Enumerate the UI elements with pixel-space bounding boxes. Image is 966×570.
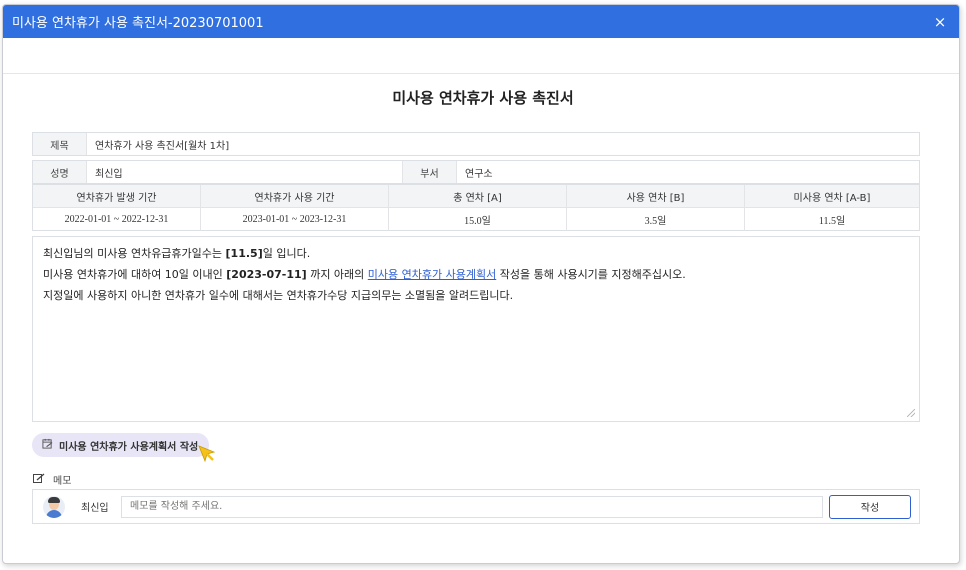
leave-stats-table: 연차휴가 발생 기간 연차휴가 사용 기간 총 연차 [A] 사용 연차 [B]… <box>32 184 920 231</box>
stats-value-row: 2022-01-01 ~ 2022-12-31 2023-01-01 ~ 202… <box>33 208 919 231</box>
memo-input[interactable] <box>121 495 823 518</box>
message-line-2: 미사용 연차휴가에 대하여 10일 이내인 [2023-07-11] 까지 아래… <box>43 268 686 281</box>
memo-submit-button[interactable]: 작성 <box>829 494 911 519</box>
deadline-date: [2023-07-11] <box>226 268 307 281</box>
plan-document-link[interactable]: 미사용 연차휴가 사용계획서 <box>368 268 496 281</box>
close-icon[interactable]: × <box>931 13 949 31</box>
write-plan-button[interactable]: 미사용 연차휴가 사용계획서 작성 <box>32 433 209 457</box>
value-used-leave: 3.5일 <box>567 208 745 231</box>
memo-section-label: 메모 <box>33 472 71 487</box>
pointer-cursor-icon <box>197 444 217 464</box>
dept-label: 부서 <box>403 161 457 183</box>
subject-label: 제목 <box>33 133 87 155</box>
name-value: 최신입 <box>87 161 403 183</box>
subject-row: 제목 연차휴가 사용 촉진서[월차 1차] <box>32 132 920 156</box>
resize-handle-icon[interactable] <box>907 409 915 417</box>
unused-days-value: [11.5] <box>225 247 263 260</box>
value-accrual-period: 2022-01-01 ~ 2022-12-31 <box>33 208 201 231</box>
toolbar <box>3 38 959 74</box>
user-avatar <box>43 495 65 518</box>
calendar-edit-icon <box>42 438 53 452</box>
title-bar: 미사용 연차휴가 사용 촉진서-20230701001 × <box>3 5 959 38</box>
header-accrual-period: 연차휴가 발생 기간 <box>33 185 201 207</box>
name-label: 성명 <box>33 161 87 183</box>
stats-header-row: 연차휴가 발생 기간 연차휴가 사용 기간 총 연차 [A] 사용 연차 [B]… <box>33 185 919 208</box>
write-plan-button-label: 미사용 연차휴가 사용계획서 작성 <box>59 441 199 453</box>
value-unused-leave: 11.5일 <box>818 216 846 227</box>
value-total-leave: 15.0일 <box>389 208 567 231</box>
message-textarea[interactable]: 최신입님의 미사용 연차유급휴가일수는 [11.5]일 입니다. 미사용 연차휴… <box>32 236 920 422</box>
value-usage-period: 2023-01-01 ~ 2023-12-31 <box>201 208 389 231</box>
window-title: 미사용 연차휴가 사용 촉진서-20230701001 <box>12 16 264 31</box>
memo-input-row: 최신입 작성 <box>32 489 920 524</box>
message-line-1: 최신입님의 미사용 연차유급휴가일수는 [11.5]일 입니다. <box>43 247 311 260</box>
document-title: 미사용 연차휴가 사용 촉진서 <box>392 89 574 107</box>
header-usage-period: 연차휴가 사용 기간 <box>201 185 389 207</box>
dept-value: 연구소 <box>465 168 493 180</box>
header-used-leave: 사용 연차 [B] <box>567 185 745 207</box>
header-total-leave: 총 연차 [A] <box>389 185 567 207</box>
memo-label-text: 메모 <box>53 476 72 487</box>
header-unused-leave: 미사용 연차 [A-B] <box>793 192 871 204</box>
message-line-3: 지정일에 사용하지 아니한 연차휴가 일수에 대해서는 연차휴가수당 지급의무는… <box>43 289 514 302</box>
name-dept-row: 성명 최신입 부서 연구소 <box>32 160 920 184</box>
memo-user-name: 최신입 <box>81 503 109 514</box>
memo-edit-icon <box>33 473 45 487</box>
subject-value: 연차휴가 사용 촉진서[월차 1차] <box>95 140 230 152</box>
